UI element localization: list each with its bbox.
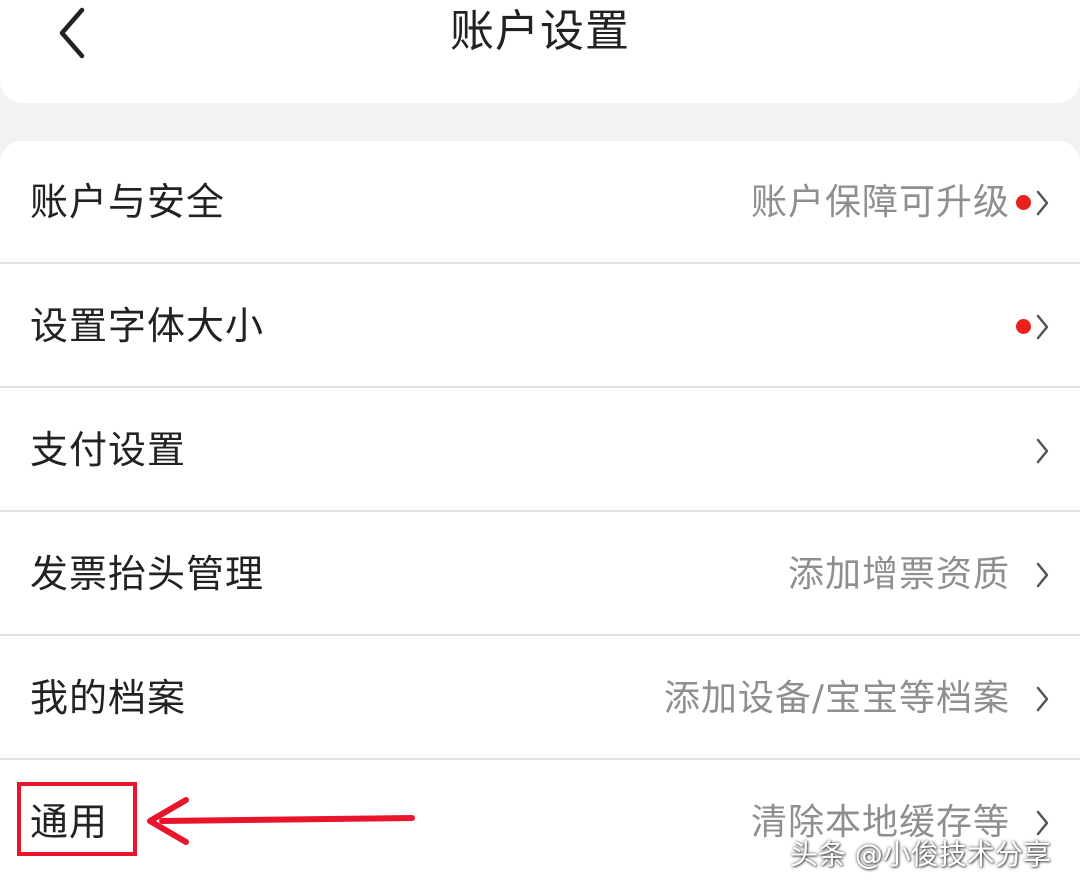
row-hint: 添加增票资质 [787,554,1010,595]
row-label: 账户与安全 [30,180,226,224]
settings-row-payment[interactable]: 支付设置 [0,389,1080,512]
notification-dot [1016,319,1031,334]
chevron-right-icon [1036,562,1049,588]
row-label: 发票抬头管理 [30,552,265,596]
row-divider [0,510,1080,512]
watermark: 头条 @小俊技术分享 [790,838,1051,871]
row-divider [0,262,1080,264]
row-divider [0,758,1080,760]
row-divider [0,634,1080,636]
row-label: 我的档案 [30,676,187,720]
row-hint: 添加设备/宝宝等档案 [663,678,1010,719]
page-title: 账户设置 [450,6,630,57]
top-bar: 账户设置 [0,0,1080,103]
settings-row-my-profile[interactable]: 我的档案 添加设备/宝宝等档案 [0,637,1080,760]
settings-row-font-size[interactable]: 设置字体大小 [0,265,1080,388]
settings-row-account-security[interactable]: 账户与安全 账户保障可升级 [0,141,1080,264]
chevron-right-icon [1036,314,1049,340]
chevron-right-icon [1036,438,1049,464]
settings-row-invoice-title[interactable]: 发票抬头管理 添加增票资质 [0,513,1080,636]
red-arrow-annotation [147,797,415,845]
row-divider [0,386,1080,388]
chevron-right-icon [1036,190,1049,216]
row-hint: 账户保障可升级 [750,182,1010,223]
chevron-right-icon [1036,686,1049,712]
highlight-box [17,782,137,856]
row-label: 设置字体大小 [30,304,265,348]
settings-list: 账户与安全 账户保障可升级 设置字体大小 支付设置 发票抬头管理 添加增票资质 … [0,141,1080,891]
notification-dot [1016,195,1031,210]
row-label: 支付设置 [30,428,187,472]
